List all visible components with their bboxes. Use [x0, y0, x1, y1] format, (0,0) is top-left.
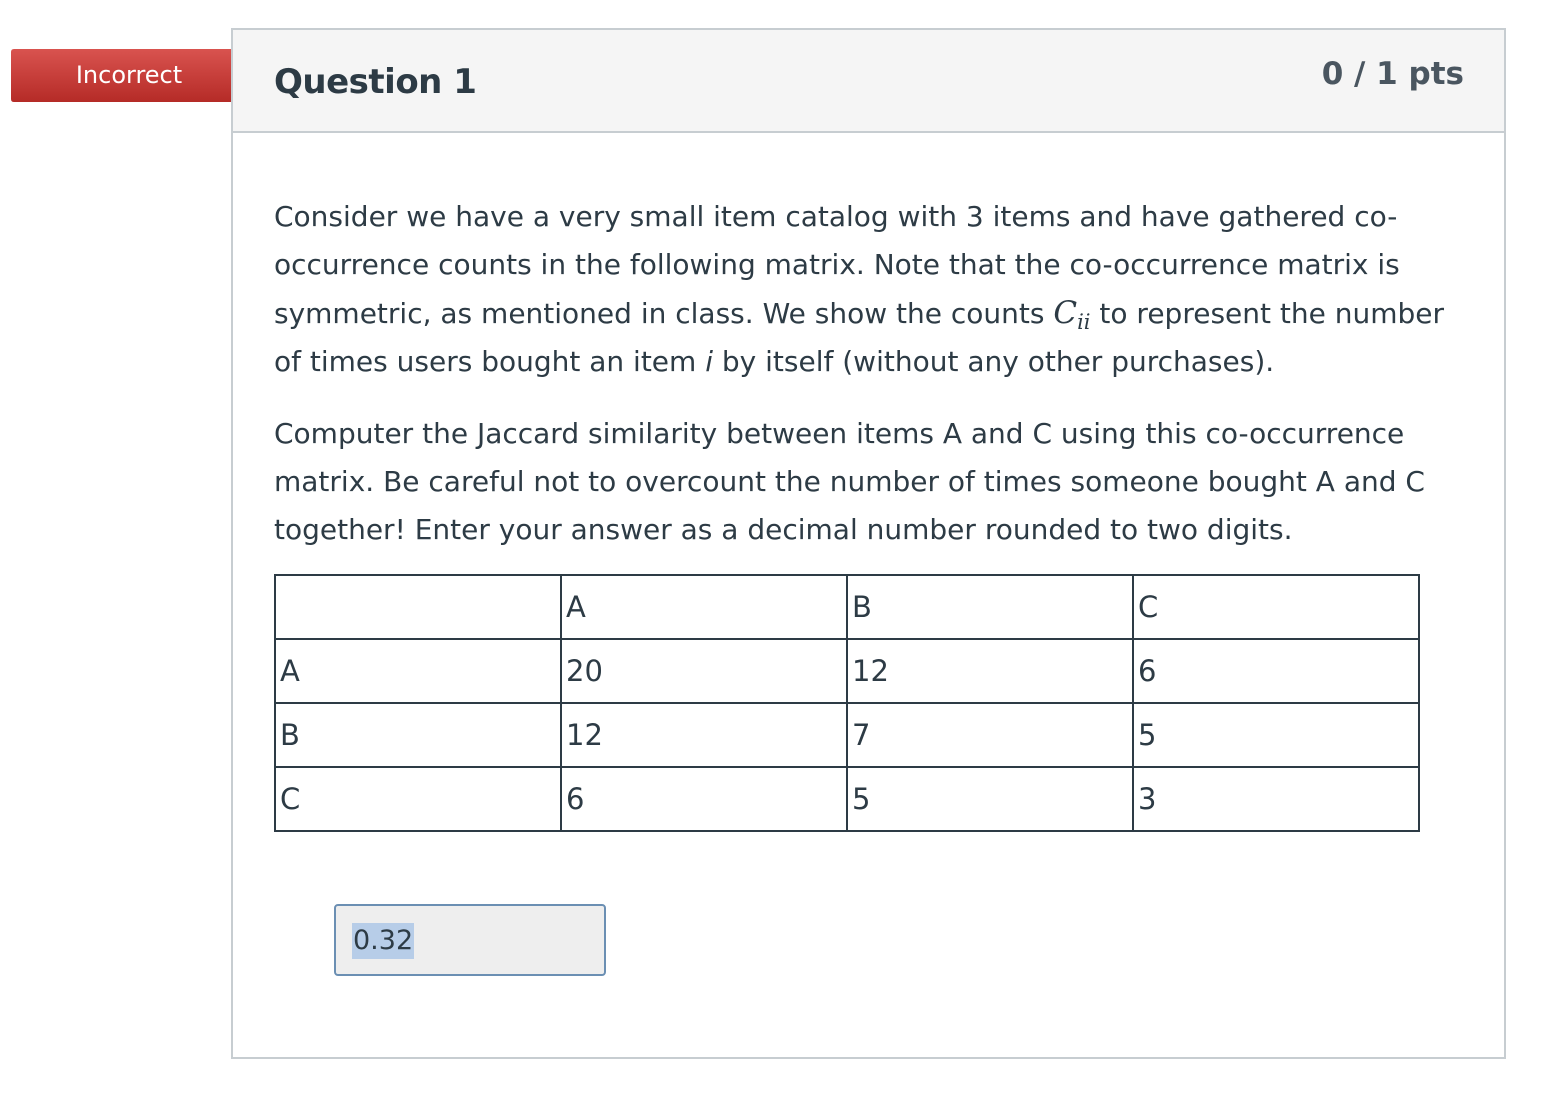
- math-symbol: C: [1053, 295, 1078, 331]
- matrix-corner-cell: [274, 574, 562, 640]
- question-title: Question 1: [274, 62, 477, 102]
- matrix-row-label: A: [274, 638, 562, 704]
- matrix-header-cell: A: [560, 574, 848, 640]
- answer-input[interactable]: 0.32: [334, 904, 606, 976]
- cooccurrence-matrix: A B C A 20 12 6 B 12 7 5 C 6 5 3: [274, 574, 1420, 832]
- matrix-cell: 12: [846, 638, 1134, 704]
- matrix-cell: 5: [1132, 702, 1420, 768]
- matrix-row: C 6 5 3: [274, 766, 1420, 832]
- matrix-row: B 12 7 5: [274, 702, 1420, 768]
- question-card: Question 1 0 / 1 pts Consider we have a …: [231, 28, 1506, 1059]
- incorrect-label: Incorrect: [75, 61, 183, 89]
- matrix-cell: 5: [846, 766, 1134, 832]
- matrix-header-cell: B: [846, 574, 1134, 640]
- question-text-italic: i: [705, 345, 713, 378]
- question-points: 0 / 1 pts: [1321, 56, 1464, 92]
- matrix-cell: 12: [560, 702, 848, 768]
- question-paragraph-1: Consider we have a very small item catal…: [274, 193, 1464, 386]
- math-c-ii: Cii: [1053, 295, 1091, 334]
- matrix-cell: 6: [560, 766, 848, 832]
- matrix-cell: 7: [846, 702, 1134, 768]
- matrix-row-label: B: [274, 702, 562, 768]
- incorrect-flag: Incorrect: [11, 49, 263, 102]
- matrix-header-cell: C: [1132, 574, 1420, 640]
- matrix-row: A 20 12 6: [274, 638, 1420, 704]
- question-paragraph-2: Computer the Jaccard similarity between …: [274, 417, 1425, 546]
- question-text: Consider we have a very small item catal…: [274, 193, 1464, 554]
- matrix-cell: 6: [1132, 638, 1420, 704]
- matrix-cell: 3: [1132, 766, 1420, 832]
- math-subscript: ii: [1077, 310, 1091, 334]
- matrix-header-row: A B C: [274, 574, 1420, 640]
- matrix-row-label: C: [274, 766, 562, 832]
- answer-value: 0.32: [352, 923, 415, 959]
- matrix-cell: 20: [560, 638, 848, 704]
- question-header: Question 1 0 / 1 pts: [233, 30, 1504, 133]
- question-text-part: by itself (without any other purchases).: [713, 345, 1275, 378]
